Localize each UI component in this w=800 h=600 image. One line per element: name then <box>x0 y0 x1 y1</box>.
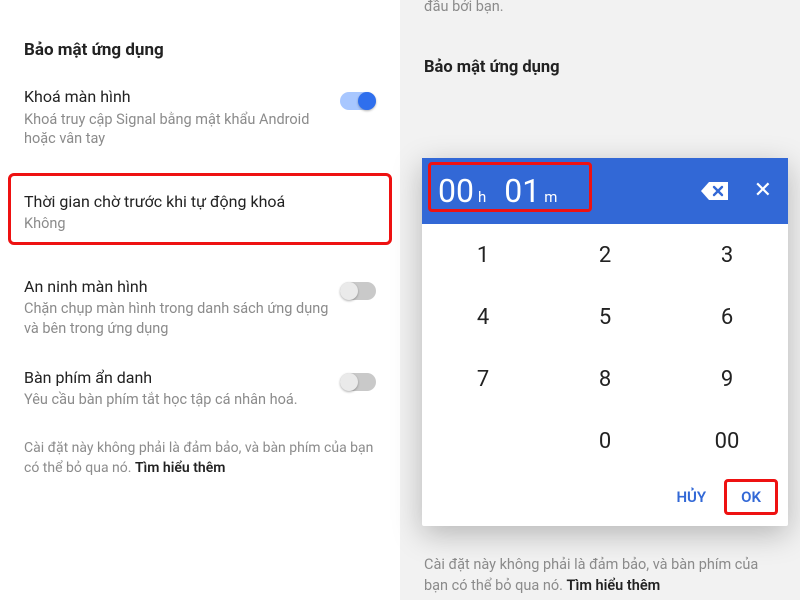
key-6[interactable]: 6 <box>666 286 788 348</box>
setting-sub: Yêu cầu bàn phím tắt học tập cá nhân hoá… <box>24 390 330 410</box>
minutes-unit: m <box>544 188 557 206</box>
hours-value[interactable]: 00 <box>438 172 474 210</box>
key-8[interactable]: 8 <box>544 348 666 410</box>
key-0[interactable]: 0 <box>544 410 666 472</box>
cutoff-text: đầu bởi bạn. <box>424 0 776 18</box>
setting-title: Bàn phím ẩn danh <box>24 367 330 389</box>
key-blank <box>422 410 544 472</box>
time-display: 00h 01m <box>438 172 557 210</box>
key-7[interactable]: 7 <box>422 348 544 410</box>
setting-screen-lock[interactable]: Khoá màn hình Khoá truy cập Signal bằng … <box>24 86 376 149</box>
setting-title: Thời gian chờ trước khi tự động khoá <box>24 191 366 213</box>
section-title: Bảo mật ứng dụng <box>424 58 776 77</box>
key-00[interactable]: 00 <box>666 410 788 472</box>
footer-note: Cài đặt này không phải là đảm bảo, và bà… <box>24 438 376 479</box>
dialog-header: 00h 01m ✕ <box>422 158 788 224</box>
ok-button[interactable]: OK <box>724 479 778 515</box>
setting-sub: Chặn chụp màn hình trong danh sách ứng d… <box>24 299 330 338</box>
key-1[interactable]: 1 <box>422 224 544 286</box>
backspace-icon[interactable] <box>700 180 730 202</box>
setting-screen-security[interactable]: An ninh màn hình Chặn chụp màn hình tron… <box>24 276 376 339</box>
learn-more-link[interactable]: Tìm hiểu thêm <box>135 460 225 476</box>
footer-note: Cài đặt này không phải là đảm bảo, và bà… <box>424 555 776 596</box>
setting-sub: Khoá truy cập Signal bằng mật khẩu Andro… <box>24 110 330 149</box>
key-3[interactable]: 3 <box>666 224 788 286</box>
setting-lock-timeout[interactable]: Thời gian chờ trước khi tự động khoá Khô… <box>24 177 376 248</box>
toggle-incognito-keyboard[interactable] <box>340 373 376 391</box>
setting-incognito-keyboard[interactable]: Bàn phím ẩn danh Yêu cầu bàn phím tắt họ… <box>24 367 376 410</box>
hours-unit: h <box>478 188 486 206</box>
time-picker-dialog: 00h 01m ✕ 1 2 3 4 5 6 7 8 <box>422 158 788 526</box>
key-5[interactable]: 5 <box>544 286 666 348</box>
close-icon[interactable]: ✕ <box>754 180 772 202</box>
key-4[interactable]: 4 <box>422 286 544 348</box>
keypad: 1 2 3 4 5 6 7 8 9 0 00 <box>422 224 788 472</box>
toggle-screen-lock[interactable] <box>340 92 376 110</box>
cancel-button[interactable]: HỦY <box>658 478 724 516</box>
toggle-screen-security[interactable] <box>340 282 376 300</box>
dialog-action-row: HỦY OK <box>422 472 788 526</box>
setting-title: Khoá màn hình <box>24 86 330 108</box>
setting-sub: Không <box>24 214 366 234</box>
minutes-value[interactable]: 01 <box>504 172 540 210</box>
setting-title: An ninh màn hình <box>24 276 330 298</box>
learn-more-link[interactable]: Tìm hiểu thêm <box>567 577 661 594</box>
section-title: Bảo mật ứng dụng <box>24 40 376 60</box>
key-2[interactable]: 2 <box>544 224 666 286</box>
key-9[interactable]: 9 <box>666 348 788 410</box>
